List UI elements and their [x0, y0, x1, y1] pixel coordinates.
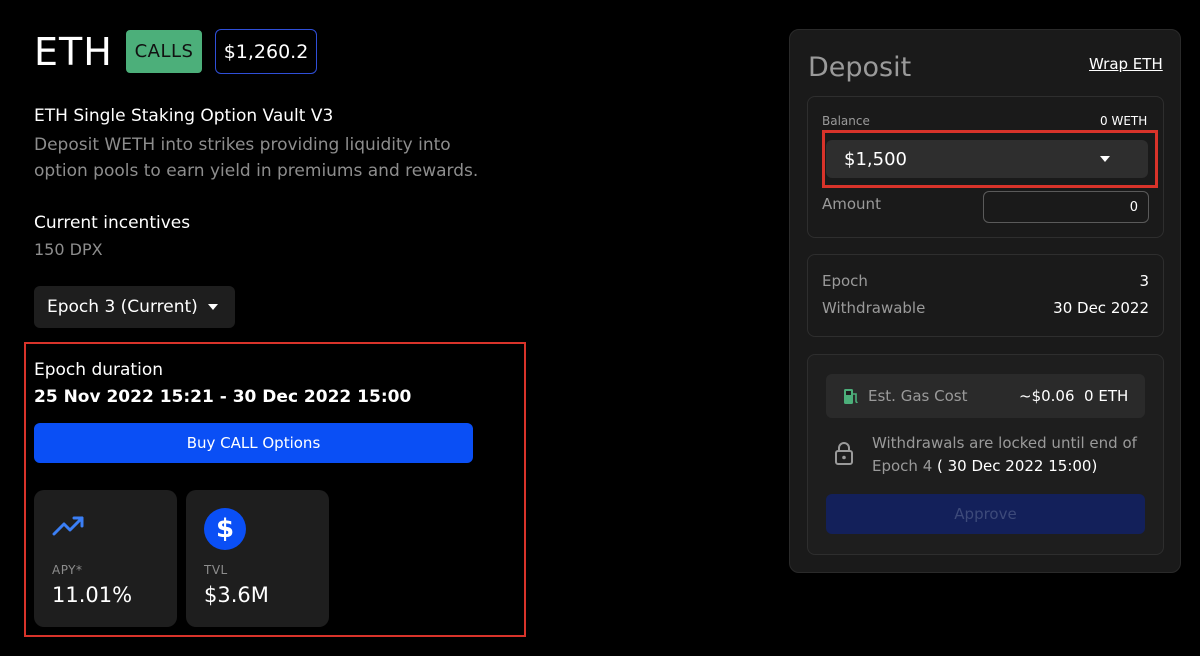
apy-label: APY*	[52, 563, 83, 577]
epoch-duration-value: 25 Nov 2022 15:21 - 30 Dec 2022 15:00	[34, 387, 412, 407]
withdrawal-lock-notice: Withdrawals are locked until end of Epoc…	[872, 432, 1152, 478]
tvl-label: TVL	[204, 563, 228, 577]
epoch-duration-label: Epoch duration	[34, 360, 163, 380]
amount-label: Amount	[822, 195, 881, 213]
amount-input[interactable]	[983, 191, 1149, 223]
tvl-card: $ TVL $3.6M	[186, 490, 329, 627]
balance-label: Balance	[822, 114, 870, 128]
asset-title: ETH	[34, 30, 113, 74]
withdrawable-value: 30 Dec 2022	[1053, 299, 1149, 317]
incentives-value: 150 DPX	[34, 240, 103, 259]
price-badge: $1,260.2	[215, 29, 317, 74]
dollar-icon: $	[204, 508, 246, 550]
apy-card: APY* 11.01%	[34, 490, 177, 627]
epoch-value: 3	[1139, 272, 1149, 290]
incentives-label: Current incentives	[34, 213, 191, 233]
apy-value: 11.01%	[52, 583, 133, 607]
epoch-info-box	[807, 254, 1164, 337]
wrap-eth-link[interactable]: Wrap ETH	[1089, 55, 1163, 73]
calls-badge: CALLS	[126, 30, 202, 73]
lock-notice-date: ( 30 Dec 2022 15:00)	[932, 457, 1098, 475]
gas-cost-value: ~$0.06 0 ETH	[1019, 387, 1129, 405]
tvl-value: $3.6M	[204, 583, 269, 607]
deposit-title: Deposit	[808, 52, 912, 83]
lock-icon	[834, 441, 854, 469]
vault-title: ETH Single Staking Option Vault V3	[34, 106, 334, 126]
chevron-down-icon	[207, 304, 218, 310]
withdrawable-label: Withdrawable	[822, 299, 926, 317]
epoch-select[interactable]: Epoch 3 (Current)	[34, 286, 235, 328]
balance-value: 0 WETH	[1100, 114, 1148, 128]
buy-call-options-button[interactable]: Buy CALL Options	[34, 423, 473, 463]
gas-cost-label: Est. Gas Cost	[868, 387, 968, 405]
epoch-select-label: Epoch 3 (Current)	[47, 297, 198, 317]
gas-pump-icon	[843, 387, 859, 409]
highlight-box-strike	[822, 130, 1158, 188]
approve-button[interactable]: Approve	[826, 494, 1145, 534]
trending-up-icon	[52, 514, 86, 542]
vault-description: Deposit WETH into strikes providing liqu…	[34, 135, 479, 181]
epoch-label: Epoch	[822, 272, 868, 290]
